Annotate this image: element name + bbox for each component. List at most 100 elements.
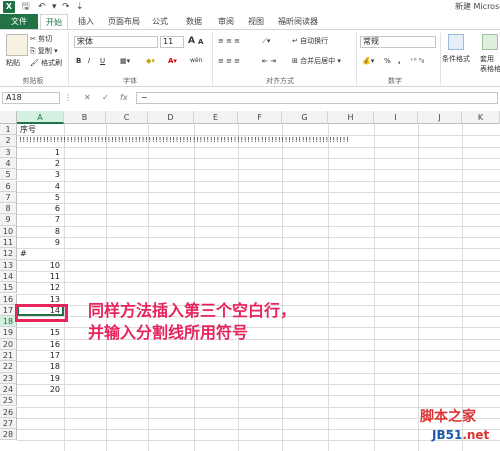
cell-a4[interactable]: 2 — [17, 158, 62, 169]
column-header-i[interactable]: I — [374, 111, 418, 124]
row-header-15[interactable]: 15 — [0, 282, 17, 294]
tab-page-layout[interactable]: 页面布局 — [108, 14, 140, 29]
cell-a2[interactable]: !!!!!!!!!!!!!!!!!!!!!!!!!!!!!!!!!!!!!!!!… — [19, 135, 479, 146]
row-header-3[interactable]: 3 — [0, 146, 17, 158]
row-header-1[interactable]: 1 — [0, 124, 17, 136]
row-header-11[interactable]: 11 — [0, 237, 17, 249]
row-header-20[interactable]: 20 — [0, 338, 17, 350]
row-header-23[interactable]: 23 — [0, 372, 17, 384]
tab-home[interactable]: 开始 — [40, 14, 68, 29]
align-top-icon[interactable]: ≡ ≡ ≡ — [218, 36, 240, 46]
row-header-25[interactable]: 25 — [0, 395, 17, 407]
save-icon[interactable]: 🖫 — [22, 1, 30, 13]
cell-a9[interactable]: 7 — [17, 214, 62, 225]
cell-a14[interactable]: 11 — [17, 271, 62, 282]
cell-a11[interactable]: 9 — [17, 237, 62, 248]
cell-a15[interactable]: 12 — [17, 282, 62, 293]
row-header-27[interactable]: 27 — [0, 417, 17, 430]
font-size-select[interactable]: 11 — [160, 36, 184, 48]
cell-a6[interactable]: 4 — [17, 181, 62, 192]
cell-a21[interactable]: 17 — [17, 350, 62, 361]
cell-a20[interactable]: 16 — [17, 339, 62, 350]
row-header-22[interactable]: 22 — [0, 361, 17, 373]
row-header-13[interactable]: 13 — [0, 259, 17, 271]
column-header-d[interactable]: D — [148, 111, 194, 124]
borders-icon[interactable]: ▦▾ — [120, 56, 130, 66]
cell-a24[interactable]: 20 — [17, 384, 62, 395]
tab-foxit-reader[interactable]: 福昕阅读器 — [278, 14, 318, 29]
row-header-12[interactable]: 12 — [0, 248, 17, 260]
column-header-c[interactable]: C — [106, 111, 148, 124]
paste-button[interactable]: 粘贴 — [6, 58, 20, 68]
italic-button[interactable]: I — [88, 56, 90, 66]
row-header-10[interactable]: 10 — [0, 225, 17, 237]
bold-button[interactable]: B — [76, 56, 81, 66]
row-header-19[interactable]: 19 — [0, 327, 17, 339]
row-header-26[interactable]: 26 — [0, 406, 17, 418]
paste-icon[interactable] — [6, 34, 28, 56]
underline-button[interactable]: U — [100, 56, 105, 66]
row-header-2[interactable]: 2 — [0, 135, 17, 147]
cell-a16[interactable]: 13 — [17, 294, 62, 305]
conditional-format-icon[interactable] — [448, 34, 464, 50]
cell-a13[interactable]: 10 — [17, 260, 62, 271]
tab-data[interactable]: 数据 — [186, 14, 202, 29]
cell-a5[interactable]: 3 — [17, 169, 62, 180]
cell-a3[interactable]: 1 — [17, 147, 62, 158]
column-header-b[interactable]: B — [64, 111, 106, 124]
merge-center-button[interactable]: ⊞ 合并后居中 ▾ — [292, 56, 341, 66]
insert-function-icon[interactable]: fx — [120, 93, 128, 102]
cell-a12[interactable]: # — [20, 248, 60, 259]
row-header-28[interactable]: 28 — [0, 429, 17, 441]
column-header-f[interactable]: F — [238, 111, 282, 124]
cell-a22[interactable]: 18 — [17, 361, 62, 372]
row-header-5[interactable]: 5 — [0, 169, 17, 181]
column-header-a[interactable]: A — [17, 111, 64, 124]
percent-button[interactable]: % — [384, 56, 391, 66]
comma-button[interactable]: , — [398, 56, 401, 66]
number-format-select[interactable]: 常规 — [360, 36, 436, 48]
cell-a23[interactable]: 19 — [17, 373, 62, 384]
redo-icon[interactable]: ↷ — [62, 1, 70, 13]
cell-a8[interactable]: 6 — [17, 203, 62, 214]
format-as-table-button[interactable]: 套用 表格格 — [480, 54, 500, 74]
grow-font-button[interactable]: A — [188, 36, 195, 46]
orientation-icon[interactable]: ⟋▾ — [262, 36, 270, 46]
cell-a19[interactable]: 15 — [17, 327, 62, 338]
spreadsheet-grid[interactable]: ABCDEFGHIJK 1 2 3 4 5 6 7 8 9 10 11 12 13 14 15 16 17 18 1… — [0, 111, 500, 451]
row-header-6[interactable]: 6 — [0, 180, 17, 192]
font-name-select[interactable]: 宋体 — [74, 36, 158, 48]
select-all-corner[interactable] — [0, 111, 17, 124]
column-header-j[interactable]: J — [418, 111, 462, 124]
tab-formulas[interactable]: 公式 — [152, 14, 168, 29]
tab-insert[interactable]: 插入 — [78, 14, 94, 29]
decimal-icon[interactable]: ⁺⁰ ⁰₀ — [410, 56, 424, 66]
confirm-icon[interactable]: ✓ — [102, 93, 109, 102]
column-header-h[interactable]: H — [328, 111, 374, 124]
indent-icon[interactable]: ⇤ ⇥ — [262, 56, 276, 66]
align-left-icon[interactable]: ≡ ≡ ≡ — [218, 56, 240, 66]
row-header-21[interactable]: 21 — [0, 350, 17, 362]
format-painter-button[interactable]: 🖌 格式刷 — [30, 58, 62, 68]
font-color-icon[interactable]: A▾ — [168, 56, 177, 66]
column-header-g[interactable]: G — [282, 111, 328, 124]
cell-a7[interactable]: 5 — [17, 192, 62, 203]
format-as-table-icon[interactable] — [482, 34, 498, 50]
shrink-font-button[interactable]: A — [198, 37, 203, 47]
fill-color-icon[interactable]: ◆▾ — [146, 56, 155, 66]
column-header-k[interactable]: K — [462, 111, 500, 124]
phonetic-button[interactable]: wén — [190, 56, 202, 66]
tab-view[interactable]: 视图 — [248, 14, 264, 29]
formula-input[interactable]: ~ — [136, 92, 498, 104]
tab-review[interactable]: 审阅 — [218, 14, 234, 29]
copy-button[interactable]: ⎘ 复制 ▾ — [30, 46, 58, 56]
wrap-text-button[interactable]: ↵ 自动换行 — [292, 36, 328, 46]
undo-dropdown-icon[interactable]: ▾ — [52, 1, 57, 13]
cell-a10[interactable]: 8 — [17, 226, 62, 237]
cut-button[interactable]: ✂ 剪切 — [30, 34, 52, 44]
row-header-24[interactable]: 24 — [0, 383, 17, 396]
conditional-format-button[interactable]: 条件格式 — [442, 54, 470, 64]
cancel-icon[interactable]: ✕ — [84, 93, 91, 102]
currency-icon[interactable]: 💰▾ — [362, 56, 374, 66]
row-header-8[interactable]: 8 — [0, 203, 17, 215]
